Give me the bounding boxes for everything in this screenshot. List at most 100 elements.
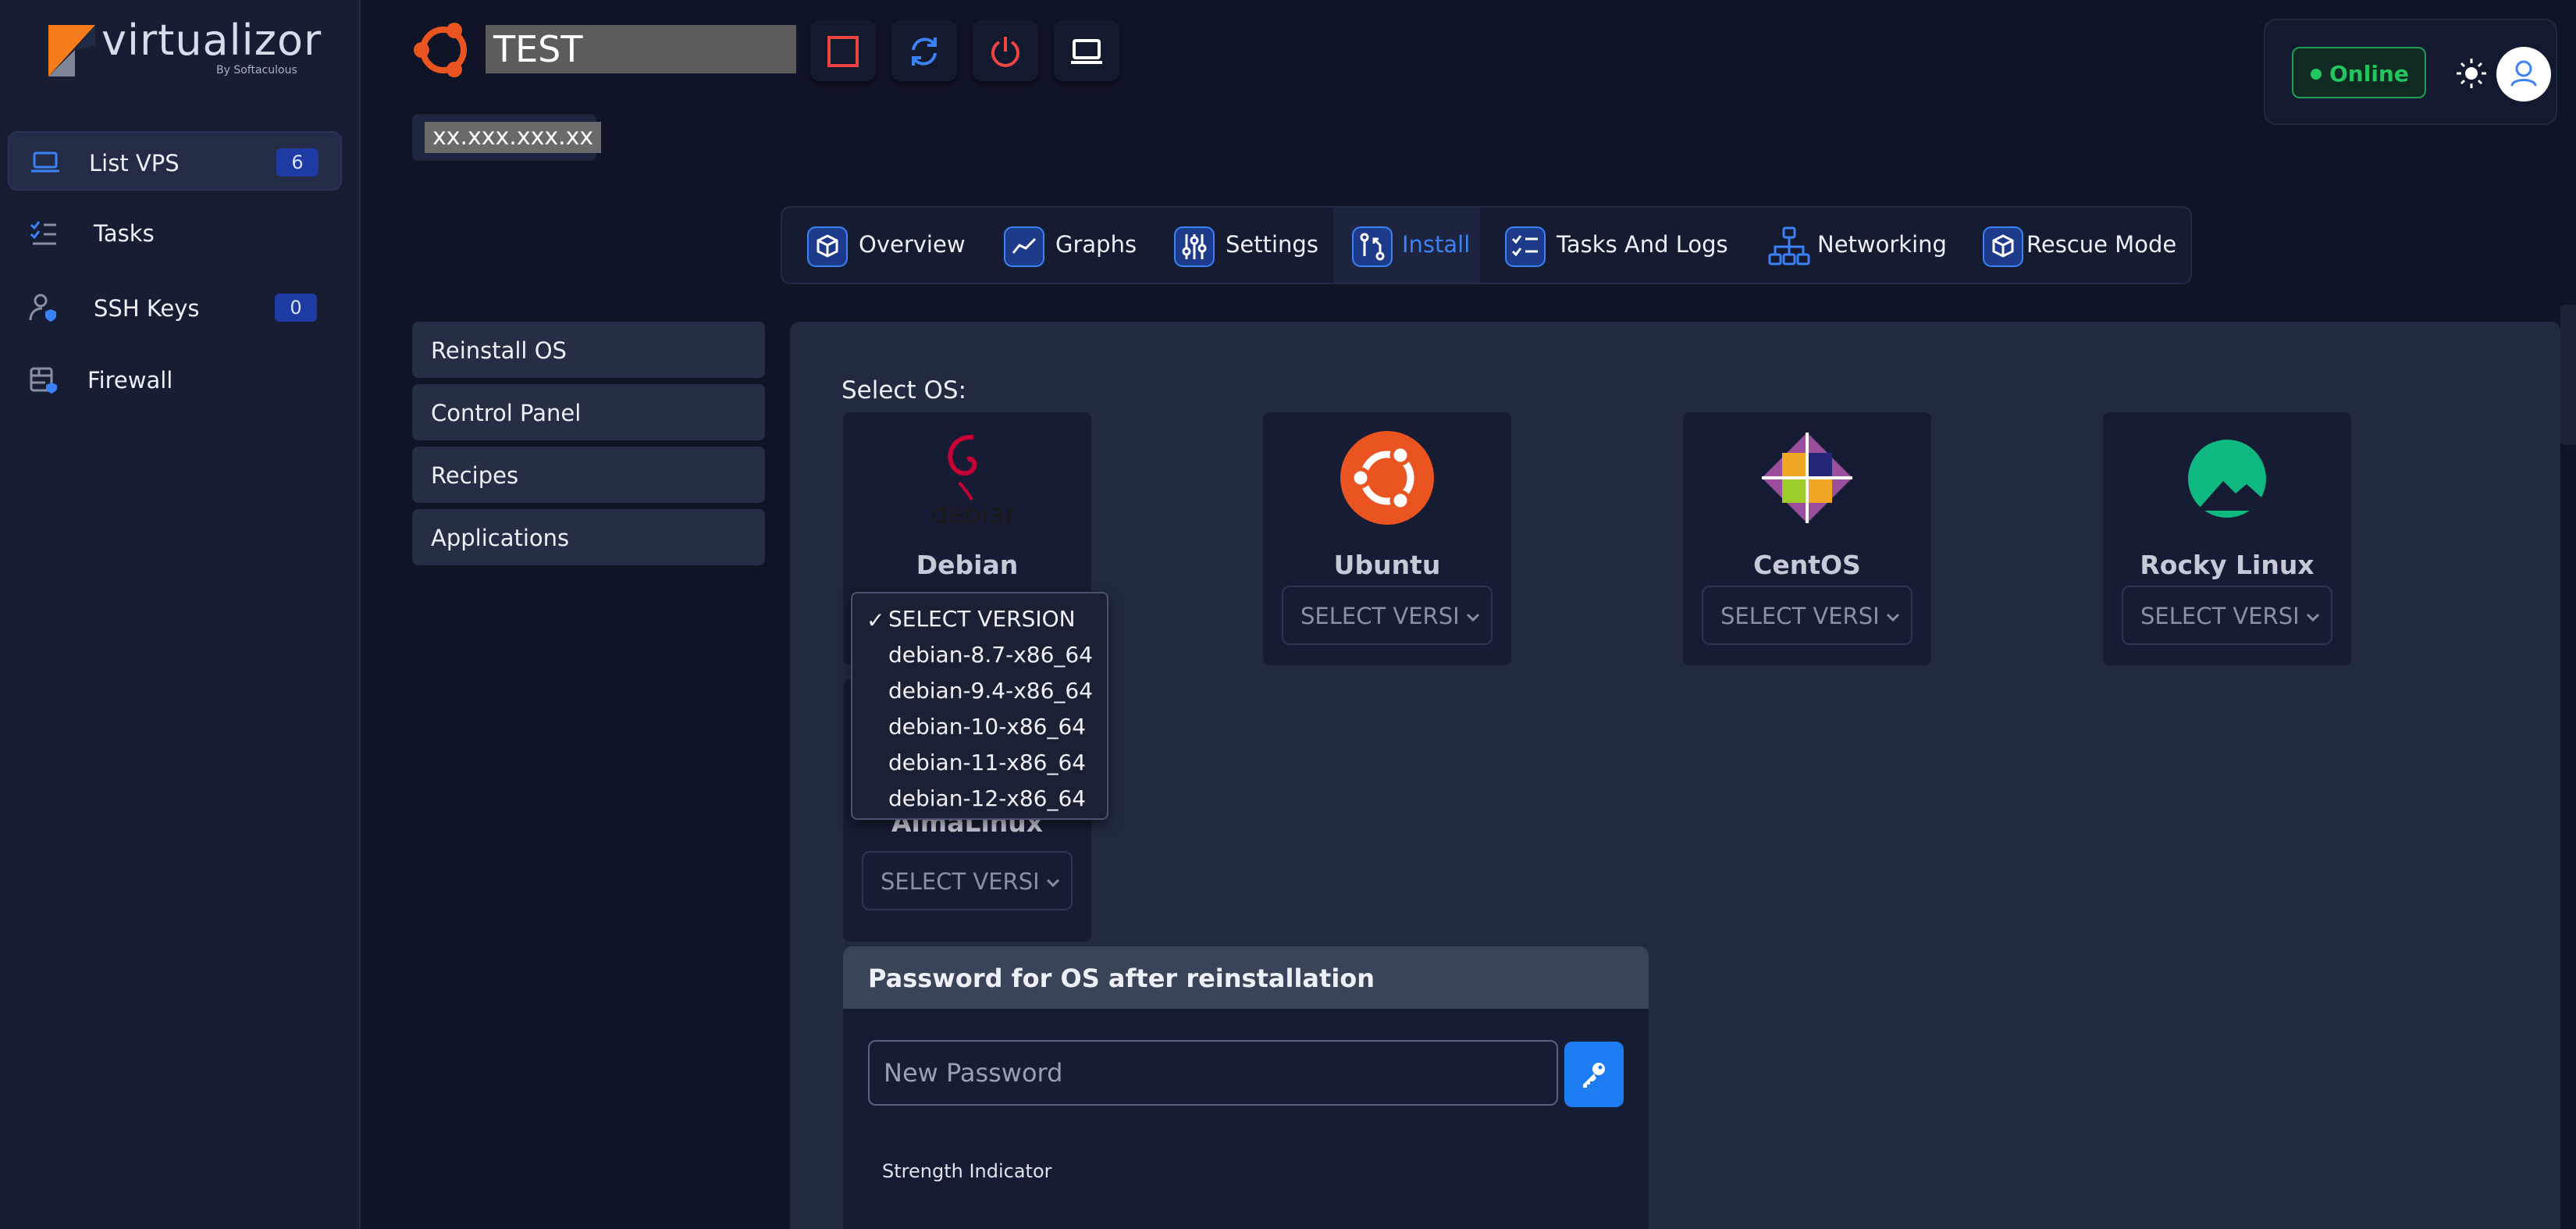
sidebar-item-label: Tasks [94, 220, 155, 247]
sidebar-item-label: SSH Keys [94, 295, 200, 322]
rocky-linux-logo-icon [2188, 440, 2266, 518]
chevron-down-icon [2306, 613, 2320, 622]
new-password-input[interactable] [868, 1040, 1558, 1106]
dropdown-option[interactable]: debian-12-x86_64 [888, 785, 1086, 811]
network-icon [1768, 226, 1810, 265]
install-icon [1352, 226, 1393, 267]
generate-password-button[interactable] [1564, 1042, 1624, 1107]
box-icon [807, 226, 848, 267]
vm-ip-box: xx.xxx.xxx.xx [412, 114, 602, 161]
os-card-ubuntu[interactable]: Ubuntu SELECT VERSI [1263, 412, 1511, 665]
sidebar: virtualizor By Softaculous List VPS 6 Ta… [0, 0, 361, 1229]
tab-label: Overview [859, 231, 966, 258]
rescue-icon [1983, 226, 2023, 267]
vps-count-badge: 6 [276, 148, 318, 176]
tab-overview[interactable]: Overview [798, 208, 993, 283]
avatar[interactable] [2496, 47, 2551, 102]
svg-text:debian: debian [931, 499, 1014, 529]
tab-label: Install [1402, 231, 1471, 258]
select-value: SELECT VERSI [881, 868, 1040, 895]
os-card-centos[interactable]: CentOS SELECT VERSI [1683, 412, 1931, 665]
tab-label: Settings [1226, 231, 1318, 258]
sidebar-item-label: List VPS [89, 150, 180, 176]
os-name: Rocky Linux [2140, 550, 2314, 580]
vm-name: TEST [486, 25, 796, 73]
stop-icon [827, 36, 859, 67]
tasklist-icon [1505, 226, 1546, 267]
firewall-icon [30, 367, 57, 394]
dropdown-option[interactable]: debian-10-x86_64 [888, 714, 1086, 739]
almalinux-version-select[interactable]: SELECT VERSI [862, 851, 1073, 910]
os-name: Ubuntu [1333, 550, 1441, 580]
os-name: Debian [916, 550, 1019, 580]
restart-icon [912, 37, 937, 66]
chevron-down-icon [1466, 613, 1480, 622]
tab-label: Networking [1817, 231, 1947, 258]
debian-version-dropdown[interactable]: ✓ SELECT VERSION debian-8.7-x86_64 debia… [851, 592, 1108, 820]
graph-icon [1004, 226, 1044, 267]
os-name: CentOS [1753, 550, 1861, 580]
dropdown-option[interactable]: debian-8.7-x86_64 [888, 642, 1093, 668]
status-label: Online [2329, 61, 2409, 87]
password-card-header: Password for OS after reinstallation [843, 946, 1649, 1009]
centos-logo-icon [1762, 433, 1852, 523]
checkmark-icon: ✓ [866, 607, 885, 633]
select-value: SELECT VERSI [1300, 603, 1460, 629]
app-root: virtualizor By Softaculous List VPS 6 Ta… [0, 0, 2576, 1229]
restart-button[interactable] [891, 20, 957, 81]
menu-applications[interactable]: Applications [412, 509, 765, 565]
debian-logo-icon: debian [931, 434, 1014, 529]
status-badge: Online [2292, 47, 2426, 98]
sidebar-item-firewall[interactable]: Firewall [8, 350, 342, 409]
vnc-console-button[interactable] [1054, 20, 1119, 81]
centos-version-select[interactable]: SELECT VERSI [1702, 586, 1912, 645]
power-off-button[interactable] [973, 20, 1038, 81]
menu-reinstall-os[interactable]: Reinstall OS [412, 322, 765, 378]
password-card: Password for OS after reinstallation Str… [843, 946, 1649, 1229]
vm-ip: xx.xxx.xxx.xx [425, 122, 602, 153]
logo-text: virtualizor [101, 16, 322, 65]
rocky-linux-version-select[interactable]: SELECT VERSI [2122, 586, 2332, 645]
theme-toggle-sun-icon[interactable] [2454, 56, 2489, 91]
stop-button[interactable] [810, 20, 876, 81]
tab-label: Rescue Mode [2026, 231, 2177, 258]
tab-rescue-mode[interactable]: Rescue Mode [1976, 208, 2187, 283]
os-card-rocky-linux[interactable]: Rocky Linux SELECT VERSI [2103, 412, 2351, 665]
menu-label: Control Panel [431, 400, 582, 426]
sliders-icon [1174, 226, 1215, 267]
menu-label: Reinstall OS [431, 337, 567, 364]
tab-settings[interactable]: Settings [1165, 208, 1330, 283]
dropdown-option[interactable]: SELECT VERSION [888, 606, 1076, 632]
power-icon [991, 37, 1019, 67]
sidebar-item-list-vps[interactable]: List VPS 6 [8, 131, 342, 191]
menu-control-panel[interactable]: Control Panel [412, 384, 765, 440]
ssh-keys-count-badge: 0 [275, 294, 317, 322]
user-panel: Online [2264, 19, 2557, 125]
tab-label: Graphs [1055, 231, 1137, 258]
tab-tasks-and-logs[interactable]: Tasks And Logs [1489, 208, 1731, 283]
select-value: SELECT VERSI [2140, 603, 2300, 629]
dropdown-option[interactable]: debian-9.4-x86_64 [888, 678, 1093, 704]
tab-networking[interactable]: Networking [1759, 208, 1962, 283]
user-key-icon [29, 294, 56, 322]
menu-recipes[interactable]: Recipes [412, 447, 765, 503]
password-card-title: Password for OS after reinstallation [868, 964, 1375, 993]
chevron-down-icon [1886, 613, 1900, 622]
ubuntu-logo-icon [1340, 431, 1434, 525]
sidebar-item-tasks[interactable]: Tasks [8, 203, 342, 262]
user-icon [2510, 60, 2537, 87]
tab-label: Tasks And Logs [1557, 231, 1728, 258]
virtualizor-logo-icon [48, 25, 95, 77]
sidebar-item-ssh-keys[interactable]: SSH Keys 0 [8, 278, 342, 337]
logo-subtitle: By Softaculous [216, 64, 297, 77]
ubuntu-version-select[interactable]: SELECT VERSI [1282, 586, 1493, 645]
checklist-icon [30, 221, 56, 245]
tab-graphs[interactable]: Graphs [999, 208, 1155, 283]
tab-install[interactable]: Install [1333, 208, 1480, 283]
scrollbar[interactable] [2560, 305, 2576, 445]
select-os-label: Select OS: [841, 376, 967, 404]
virtualizor-logo[interactable]: virtualizor By Softaculous [47, 16, 321, 84]
vps-tabs: Overview Graphs Settings Install Tasks A… [781, 206, 2192, 284]
laptop-icon [31, 151, 59, 173]
dropdown-option[interactable]: debian-11-x86_64 [888, 750, 1086, 775]
